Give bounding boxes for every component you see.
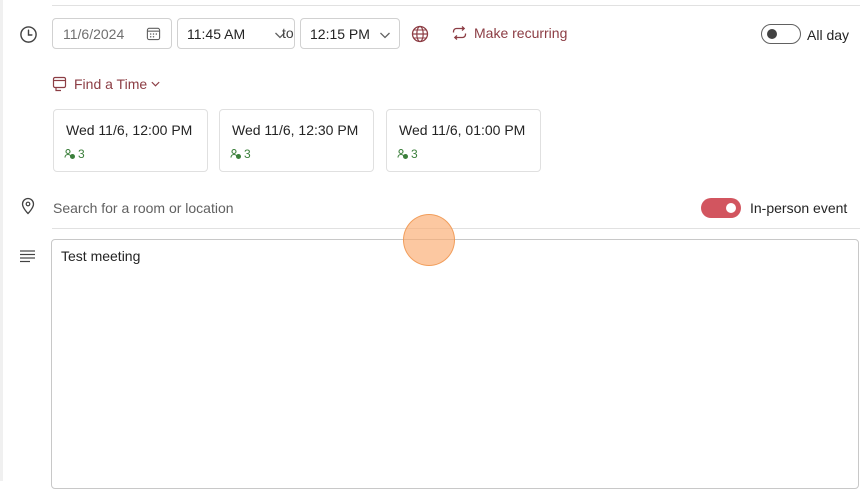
suggestion-time: Wed 11/6, 12:00 PM <box>66 122 193 138</box>
find-a-time-button[interactable]: Find a Time <box>52 75 161 92</box>
chevron-down-icon <box>379 28 391 44</box>
attendee-count: 3 <box>78 147 85 161</box>
globe-icon[interactable] <box>411 25 429 43</box>
all-day-toggle[interactable] <box>761 24 801 44</box>
time-suggestion-card[interactable]: Wed 11/6, 12:00 PM 3 <box>53 109 208 172</box>
pointer-highlight <box>403 214 455 266</box>
start-date-field[interactable]: 11/6/2024 <box>52 18 172 49</box>
start-date-value: 11/6/2024 <box>63 25 125 42</box>
time-suggestion-card[interactable]: Wed 11/6, 01:00 PM 3 <box>386 109 541 172</box>
scheduling-icon <box>52 75 68 92</box>
suggestion-time: Wed 11/6, 01:00 PM <box>399 122 526 138</box>
toggle-knob <box>767 29 777 39</box>
end-time-value: 12:15 PM <box>310 25 370 42</box>
attendees-icon <box>230 148 242 160</box>
find-a-time-label: Find a Time <box>74 75 148 92</box>
recurring-icon <box>451 25 468 41</box>
start-time-dropdown[interactable]: 11:45 AM <box>177 18 295 49</box>
make-recurring-button[interactable]: Make recurring <box>451 25 567 41</box>
body-text: Test meeting <box>61 248 141 264</box>
location-search-input[interactable] <box>53 197 453 219</box>
toggle-knob <box>726 203 736 213</box>
to-label: to <box>282 25 294 41</box>
attendee-count: 3 <box>244 147 251 161</box>
clock-icon <box>19 25 38 44</box>
attendee-availability: 3 <box>397 147 418 161</box>
suggestion-time: Wed 11/6, 12:30 PM <box>232 122 359 138</box>
in-person-event-label: In-person event <box>750 200 848 216</box>
attendees-icon <box>397 148 409 160</box>
end-time-dropdown[interactable]: 12:15 PM <box>300 18 400 49</box>
make-recurring-label: Make recurring <box>474 25 568 41</box>
divider <box>52 228 860 229</box>
chevron-down-icon <box>150 78 161 89</box>
attendees-icon <box>64 148 76 160</box>
in-person-event-toggle[interactable] <box>701 198 741 218</box>
event-body-editor[interactable]: Test meeting <box>51 239 859 489</box>
attendee-count: 3 <box>411 147 418 161</box>
left-rail <box>0 0 3 481</box>
time-suggestion-card[interactable]: Wed 11/6, 12:30 PM 3 <box>219 109 374 172</box>
attendee-availability: 3 <box>230 147 251 161</box>
attendee-availability: 3 <box>64 147 85 161</box>
text-lines-icon <box>19 249 36 263</box>
start-time-value: 11:45 AM <box>187 25 246 42</box>
calendar-icon[interactable] <box>146 26 161 44</box>
location-pin-icon <box>20 197 36 215</box>
divider <box>52 5 860 6</box>
all-day-label: All day <box>807 27 850 43</box>
